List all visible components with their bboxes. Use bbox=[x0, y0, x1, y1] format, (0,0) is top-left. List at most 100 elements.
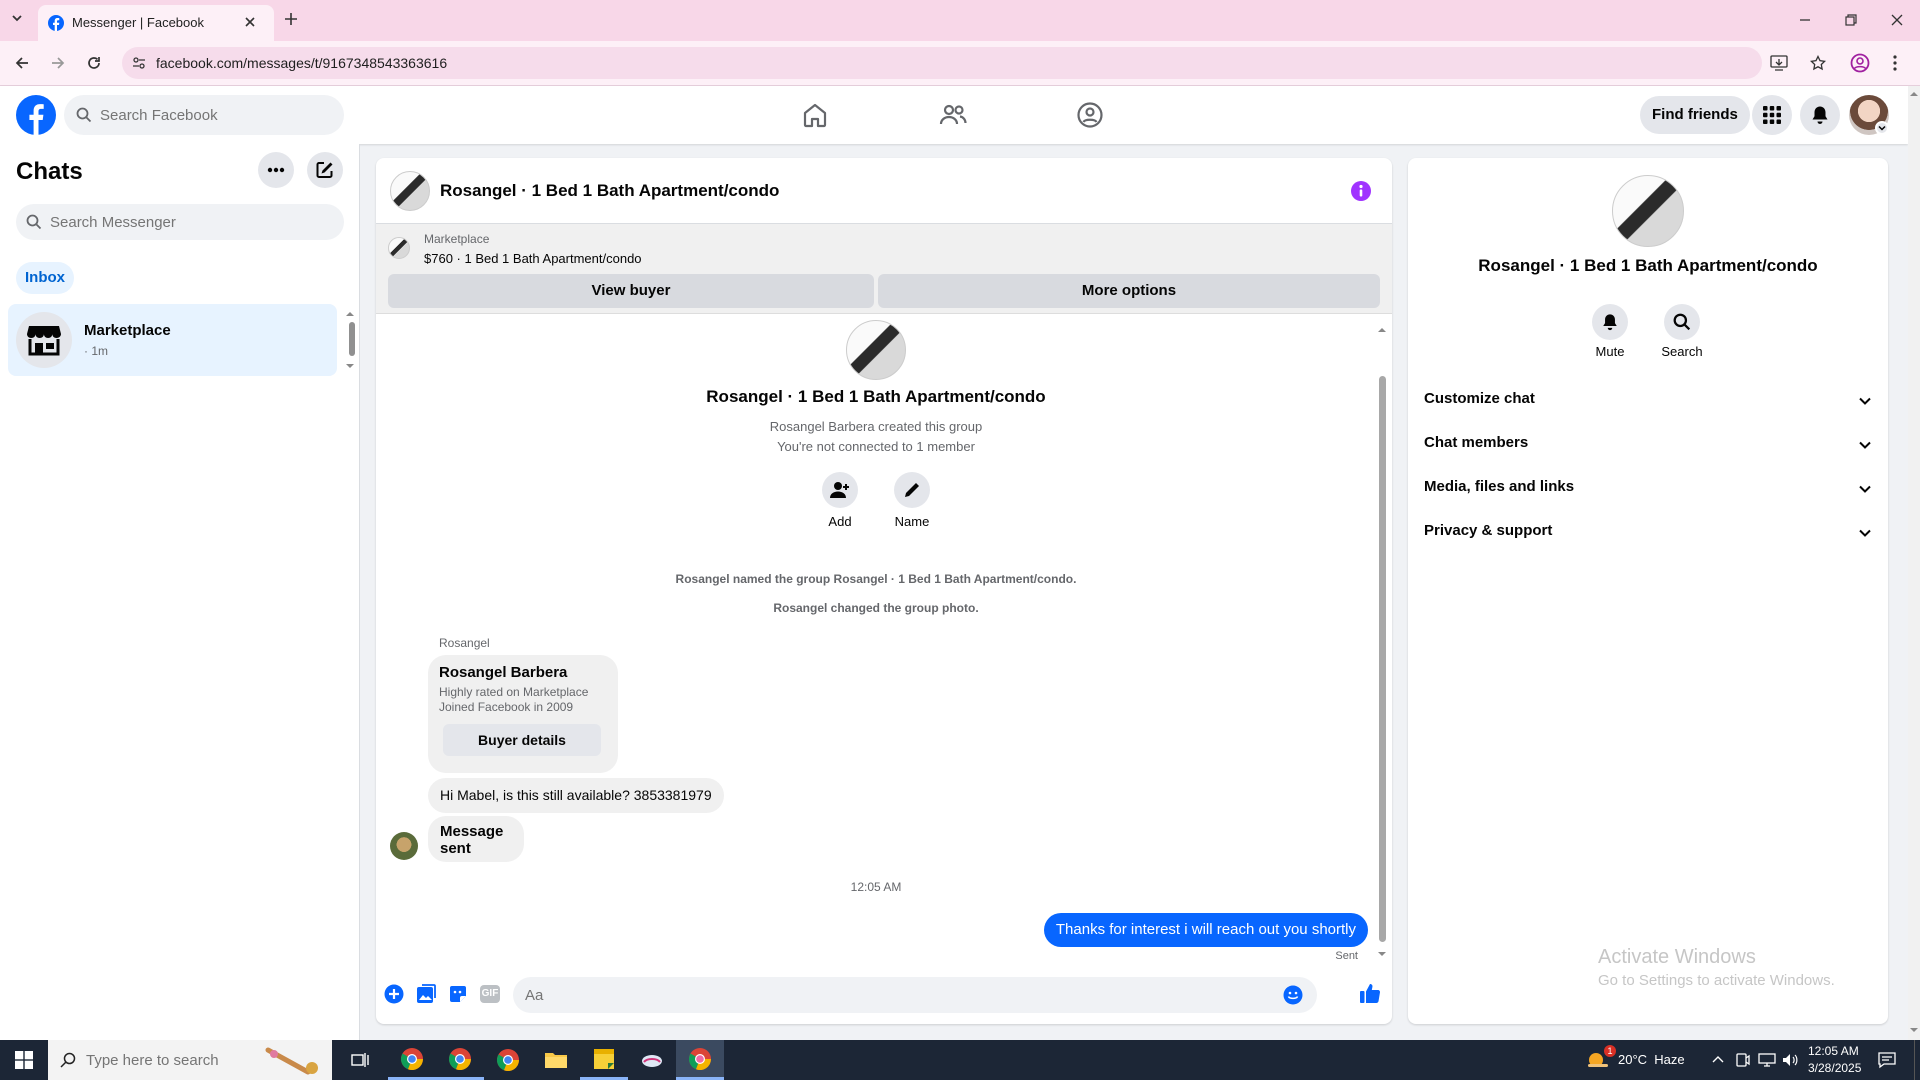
clock-time[interactable]: 12:05 AM bbox=[1808, 1044, 1859, 1058]
facebook-search[interactable] bbox=[64, 95, 344, 135]
message-status: Sent bbox=[1335, 950, 1358, 962]
marketplace-banner: Marketplace $760 · 1 Bed 1 Bath Apartmen… bbox=[376, 224, 1392, 314]
search-highlight-icon bbox=[262, 1046, 326, 1076]
forward-icon[interactable] bbox=[50, 55, 66, 71]
messenger-search[interactable] bbox=[16, 204, 344, 240]
customize-chat-section[interactable]: Customize chat bbox=[1424, 382, 1872, 418]
restore-icon[interactable] bbox=[1844, 13, 1858, 27]
group-connection-text: You're not connected to 1 member bbox=[777, 439, 975, 454]
group-photo[interactable] bbox=[390, 171, 430, 211]
chrome-app[interactable] bbox=[388, 1040, 436, 1080]
mute-button[interactable] bbox=[1592, 304, 1628, 340]
scroll-down-arrow[interactable] bbox=[346, 362, 354, 370]
banner-listing[interactable]: $760 · 1 Bed 1 Bath Apartment/condo bbox=[424, 251, 642, 266]
rename-button[interactable] bbox=[894, 472, 930, 508]
message-composer[interactable] bbox=[513, 977, 1317, 1013]
kebab-icon[interactable] bbox=[1892, 54, 1898, 72]
page-scrollbar[interactable] bbox=[1908, 86, 1920, 1040]
chat-list-item[interactable]: Marketplace · 1m bbox=[8, 304, 337, 376]
privacy-support-section[interactable]: Privacy & support bbox=[1424, 514, 1872, 550]
home-icon[interactable] bbox=[801, 101, 829, 129]
plus-icon[interactable] bbox=[384, 984, 404, 1004]
scroll-up-arrow[interactable] bbox=[1378, 326, 1386, 334]
install-icon[interactable] bbox=[1770, 55, 1788, 71]
listing-thumbnail bbox=[388, 237, 410, 259]
file-explorer-app[interactable] bbox=[532, 1040, 580, 1080]
conversation-title[interactable]: Rosangel · 1 Bed 1 Bath Apartment/condo bbox=[440, 181, 779, 201]
friends-icon[interactable] bbox=[939, 101, 967, 129]
sender-avatar[interactable] bbox=[390, 832, 418, 860]
groups-icon[interactable] bbox=[1076, 101, 1104, 129]
info-icon[interactable] bbox=[1350, 180, 1372, 202]
back-icon[interactable] bbox=[14, 55, 30, 71]
reload-icon[interactable] bbox=[86, 55, 102, 71]
message-bubble[interactable]: Hi Mabel, is this still available? 38533… bbox=[428, 778, 724, 813]
show-desktop-button[interactable] bbox=[1914, 1040, 1920, 1080]
scrollbar-thumb[interactable] bbox=[349, 322, 355, 356]
emoji-icon[interactable] bbox=[1283, 985, 1303, 1005]
weather-text[interactable]: 20°C Haze bbox=[1618, 1052, 1685, 1067]
section-label: Customize chat bbox=[1424, 390, 1535, 407]
gif-button[interactable]: GIF bbox=[480, 985, 500, 1003]
close-icon[interactable] bbox=[244, 16, 256, 28]
my-message-bubble[interactable]: Thanks for interest i will reach out you… bbox=[1043, 913, 1368, 947]
star-icon[interactable] bbox=[1810, 55, 1826, 71]
new-message-button[interactable] bbox=[307, 152, 343, 188]
sender-name: Rosangel bbox=[439, 636, 490, 650]
find-friends-button[interactable]: Find friends bbox=[1640, 96, 1750, 134]
message-input[interactable] bbox=[525, 977, 1225, 1013]
message-bubble[interactable]: Message sent bbox=[428, 816, 524, 862]
address-bar[interactable]: facebook.com/messages/t/9167348543363616 bbox=[122, 47, 1826, 79]
tab-inbox[interactable]: Inbox bbox=[16, 262, 74, 294]
facebook-favicon-icon bbox=[48, 15, 64, 31]
url-text[interactable]: facebook.com/messages/t/9167348543363616 bbox=[156, 55, 447, 71]
chrome-app[interactable] bbox=[436, 1040, 484, 1080]
clock-date[interactable]: 3/28/2025 bbox=[1808, 1061, 1861, 1075]
scrollbar-thumb[interactable] bbox=[1379, 376, 1386, 942]
buyer-details-button[interactable]: Buyer details bbox=[443, 724, 601, 756]
facebook-logo-icon[interactable] bbox=[16, 95, 56, 135]
facebook-search-input[interactable] bbox=[100, 95, 330, 135]
chrome-app[interactable] bbox=[484, 1040, 532, 1080]
new-tab-plus-icon[interactable] bbox=[284, 12, 298, 26]
sticker-icon[interactable] bbox=[448, 984, 468, 1004]
view-buyer-button[interactable]: View buyer bbox=[388, 274, 874, 308]
taskbar-search[interactable] bbox=[48, 1040, 332, 1080]
account-chevron-icon[interactable] bbox=[1875, 121, 1889, 135]
tab-title: Messenger | Facebook bbox=[72, 15, 204, 30]
meet-now-icon[interactable] bbox=[1736, 1052, 1750, 1068]
menu-grid-icon bbox=[1762, 105, 1782, 125]
media-files-links-section[interactable]: Media, files and links bbox=[1424, 470, 1872, 506]
chat-members-section[interactable]: Chat members bbox=[1424, 426, 1872, 462]
volume-icon[interactable] bbox=[1782, 1052, 1798, 1068]
app-icon[interactable] bbox=[628, 1040, 676, 1080]
sticky-notes-app[interactable] bbox=[580, 1040, 628, 1080]
search-in-conversation-button[interactable] bbox=[1664, 304, 1700, 340]
add-member-button[interactable] bbox=[822, 472, 858, 508]
group-photo[interactable] bbox=[1612, 175, 1684, 247]
window-close-icon[interactable] bbox=[1890, 13, 1904, 27]
chrome-app-active[interactable] bbox=[676, 1040, 724, 1080]
profile-icon[interactable] bbox=[1850, 53, 1870, 73]
messenger-search-input[interactable] bbox=[50, 204, 330, 240]
more-options-button[interactable] bbox=[258, 152, 294, 188]
taskbar-search-input[interactable] bbox=[86, 1040, 266, 1080]
group-photo-large bbox=[846, 320, 906, 380]
scroll-down-arrow[interactable] bbox=[1378, 950, 1386, 958]
notifications-button[interactable] bbox=[1800, 95, 1840, 135]
chat-name: Marketplace bbox=[84, 322, 171, 339]
menu-grid-button[interactable] bbox=[1752, 95, 1792, 135]
network-icon[interactable] bbox=[1758, 1052, 1776, 1068]
start-button[interactable] bbox=[0, 1040, 48, 1080]
image-icon[interactable] bbox=[416, 984, 436, 1004]
scroll-up-arrow[interactable] bbox=[346, 310, 354, 318]
site-info-icon[interactable] bbox=[132, 56, 146, 70]
tray-chevron-up-icon[interactable] bbox=[1712, 1054, 1724, 1064]
minimize-icon[interactable] bbox=[1798, 13, 1812, 27]
task-view-button[interactable] bbox=[336, 1040, 384, 1080]
notification-center-icon[interactable] bbox=[1878, 1051, 1896, 1069]
tab-search-chevron-icon[interactable] bbox=[10, 11, 24, 25]
like-icon[interactable] bbox=[1359, 982, 1381, 1004]
more-options-button[interactable]: More options bbox=[878, 274, 1380, 308]
browser-tab[interactable]: Messenger | Facebook bbox=[38, 5, 274, 41]
